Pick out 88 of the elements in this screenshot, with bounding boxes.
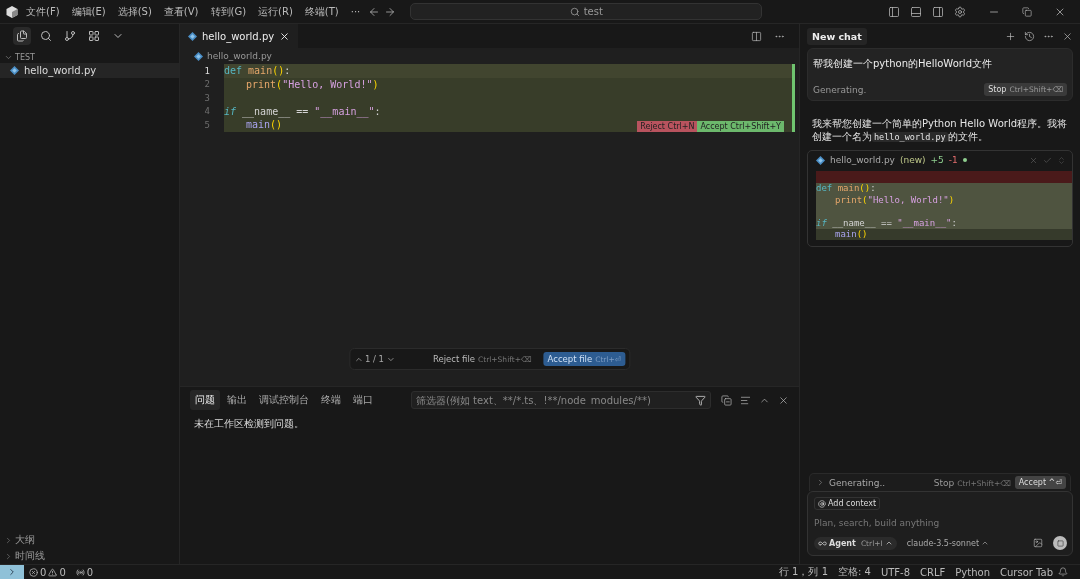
broadcast-icon bbox=[75, 567, 85, 577]
check-icon[interactable] bbox=[1043, 155, 1052, 165]
chat-tab[interactable]: New chat bbox=[807, 27, 867, 45]
infinity-icon bbox=[818, 538, 827, 548]
menu-item[interactable]: 运行(R) bbox=[254, 4, 297, 19]
remote-icon[interactable] bbox=[0, 564, 24, 579]
command-search-field[interactable]: test bbox=[410, 3, 763, 20]
model-selector[interactable]: claude-3.5-sonnet bbox=[900, 537, 996, 549]
problems-message: 未在工作区检测到问题。 bbox=[193, 417, 305, 431]
right-panel-toggle-icon[interactable] bbox=[932, 5, 944, 18]
section-header[interactable]: 时间线 bbox=[15, 549, 45, 563]
close-icon[interactable] bbox=[778, 394, 789, 406]
menu-item[interactable]: 选择(S) bbox=[113, 4, 156, 19]
user-message: 帮我创建一个python的HelloWorld文件 bbox=[813, 57, 993, 71]
stop-generation-button[interactable] bbox=[1053, 536, 1067, 550]
panel-tab[interactable]: 终端 bbox=[316, 390, 346, 410]
close-icon[interactable] bbox=[279, 30, 291, 42]
add-context-button[interactable]: Add context bbox=[814, 497, 881, 510]
menu-item[interactable]: 编辑(E) bbox=[67, 4, 110, 19]
panel-tab[interactable]: 问题 bbox=[190, 390, 220, 410]
menu-item[interactable]: 转到(G) bbox=[206, 4, 251, 19]
menu-item[interactable]: ··· bbox=[346, 6, 365, 17]
history-icon[interactable] bbox=[1024, 30, 1035, 42]
python-file-icon bbox=[188, 31, 197, 41]
filter-icon[interactable] bbox=[695, 394, 706, 406]
panel-tab[interactable]: 调试控制台 bbox=[254, 390, 314, 410]
panel-tab[interactable]: 输出 bbox=[222, 390, 252, 410]
new-chat-icon[interactable] bbox=[1005, 30, 1016, 42]
line-number: 1 bbox=[203, 65, 211, 76]
assistant-reply: 我来帮您创建一个简单的Python Hello World程序。我将创建一个名为 hello_world.py 的文件。 bbox=[811, 117, 1069, 144]
python-file-icon bbox=[194, 51, 203, 61]
generating-status: Generating. bbox=[813, 84, 867, 95]
at-sign-icon bbox=[818, 499, 826, 508]
app-logo-icon bbox=[6, 5, 18, 18]
collapse-all-icon[interactable] bbox=[721, 394, 732, 406]
section-header[interactable]: 大纲 bbox=[15, 533, 35, 547]
warning-icon bbox=[48, 567, 58, 577]
line-number: 4 bbox=[203, 106, 211, 117]
menu-item[interactable]: 文件(F) bbox=[22, 4, 64, 19]
python-file-icon bbox=[10, 66, 19, 75]
chevron-up-icon bbox=[981, 539, 990, 547]
menu-item[interactable]: 查看(V) bbox=[159, 4, 203, 19]
change-counter: 1 / 1 bbox=[364, 354, 384, 364]
breadcrumb[interactable]: hello_world.py bbox=[207, 51, 272, 61]
status-item[interactable]: CRLF bbox=[915, 566, 951, 578]
split-editor-icon[interactable] bbox=[751, 30, 762, 42]
filter-field[interactable]: 筛选器(例如 text、**/*.ts、!**/node_modules/**) bbox=[411, 391, 711, 409]
line-number: 3 bbox=[203, 92, 211, 103]
image-icon[interactable] bbox=[1033, 538, 1043, 548]
close-icon[interactable] bbox=[1062, 30, 1073, 42]
status-item[interactable]: 行 1，列 1 bbox=[773, 565, 833, 579]
prompt-input[interactable]: Plan, search, build anything bbox=[814, 518, 1067, 528]
chevron-down-icon[interactable] bbox=[4, 53, 13, 62]
removed-count: -1 bbox=[948, 155, 958, 165]
new-file-label: (new) bbox=[899, 155, 926, 165]
file-name: hello_world.py bbox=[830, 155, 895, 165]
explorer-icon[interactable] bbox=[12, 27, 31, 45]
status-item[interactable]: Python bbox=[950, 566, 995, 578]
back-arrow-icon[interactable] bbox=[368, 5, 381, 18]
restore-icon[interactable] bbox=[1022, 6, 1032, 17]
ports-status[interactable]: 0 bbox=[70, 566, 99, 578]
folder-title[interactable]: TEST bbox=[15, 53, 35, 62]
added-count: +5 bbox=[930, 155, 944, 165]
editor-tab[interactable]: hello_world.py bbox=[180, 24, 299, 48]
list-view-icon[interactable] bbox=[740, 394, 751, 406]
forward-arrow-icon[interactable] bbox=[384, 5, 397, 18]
left-panel-toggle-icon[interactable] bbox=[888, 5, 900, 18]
accept-change-button[interactable]: Accept Ctrl+Shift+Y bbox=[697, 120, 784, 132]
notifications-bell-icon[interactable] bbox=[1058, 567, 1068, 577]
search-icon bbox=[569, 6, 580, 17]
python-file-icon bbox=[816, 155, 825, 165]
panel-tab[interactable]: 端口 bbox=[348, 390, 378, 410]
file-tree-item[interactable]: hello_world.py bbox=[0, 63, 179, 78]
accept-button[interactable]: Accept ^⏎ bbox=[1014, 476, 1066, 489]
generating-label[interactable]: Generating.. bbox=[829, 477, 886, 488]
status-item[interactable]: Cursor Tab bbox=[995, 566, 1058, 578]
menu-item[interactable]: 终端(T) bbox=[300, 4, 343, 19]
problems-status[interactable]: 0 0 bbox=[24, 566, 71, 578]
error-icon bbox=[29, 567, 38, 577]
line-number: 2 bbox=[203, 79, 211, 90]
status-dot-icon bbox=[962, 158, 967, 162]
settings-icon[interactable] bbox=[954, 5, 966, 18]
status-item[interactable]: UTF-8 bbox=[875, 566, 916, 578]
chevron-right-icon[interactable] bbox=[816, 478, 825, 487]
status-item[interactable]: 空格: 4 bbox=[833, 565, 876, 579]
line-number: 5 bbox=[203, 119, 211, 130]
bottom-panel-toggle-icon[interactable] bbox=[910, 5, 922, 18]
chevron-up-icon bbox=[884, 539, 893, 547]
